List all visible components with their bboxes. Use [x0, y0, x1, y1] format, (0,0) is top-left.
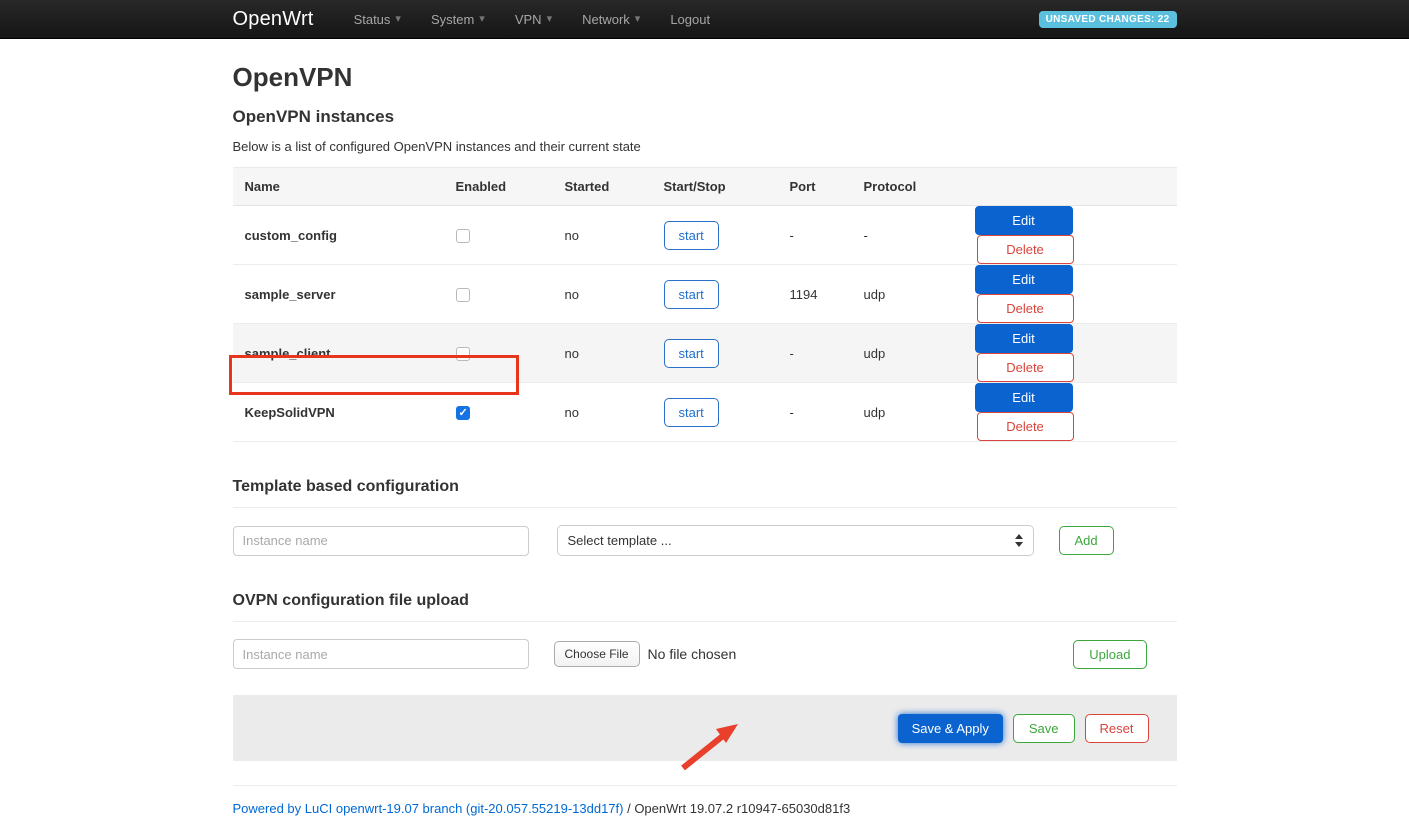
divider	[233, 785, 1177, 786]
port-value: -	[778, 206, 852, 265]
started-value: no	[553, 324, 652, 383]
page-actions-bar: Save & Apply Save Reset	[233, 695, 1177, 761]
nav-item-vpn[interactable]: VPN ▾	[515, 12, 552, 27]
upload-button[interactable]: Upload	[1073, 640, 1146, 669]
reset-button[interactable]: Reset	[1085, 714, 1149, 743]
nav-item-logout[interactable]: Logout	[670, 12, 710, 27]
nav-item-label: Network	[582, 12, 630, 27]
instance-name: KeepSolidVPN	[233, 383, 444, 442]
nav-item-system[interactable]: System ▾	[431, 12, 485, 27]
add-button[interactable]: Add	[1059, 526, 1114, 555]
table-header-row: Name Enabled Started Start/Stop Port Pro…	[233, 168, 1177, 206]
edit-button[interactable]: Edit	[975, 206, 1073, 235]
nav-item-label: Status	[354, 12, 391, 27]
nav-item-label: System	[431, 12, 474, 27]
start-button[interactable]: start	[664, 221, 719, 250]
edit-button[interactable]: Edit	[975, 324, 1073, 353]
start-button[interactable]: start	[664, 339, 719, 368]
enabled-checkbox[interactable]	[456, 347, 470, 361]
edit-button[interactable]: Edit	[975, 383, 1073, 412]
unsaved-changes-badge[interactable]: UNSAVED CHANGES: 22	[1039, 11, 1177, 28]
protocol-value: -	[852, 206, 963, 265]
table-row-highlighted: KeepSolidVPN no start - udp EditDelete	[233, 383, 1177, 442]
instances-table: Name Enabled Started Start/Stop Port Pro…	[233, 167, 1177, 442]
instance-name: custom_config	[233, 206, 444, 265]
page-title: OpenVPN	[233, 62, 1177, 93]
firmware-version-text: / OpenWrt 19.07.2 r10947-65030d81f3	[623, 801, 850, 816]
delete-button[interactable]: Delete	[977, 294, 1074, 323]
started-value: no	[553, 383, 652, 442]
port-value: 1194	[778, 265, 852, 324]
red-arrow-annotation	[641, 715, 771, 773]
delete-button[interactable]: Delete	[977, 412, 1074, 441]
chevron-down-icon: ▾	[635, 14, 641, 25]
template-select-value: Select template ...	[568, 533, 672, 548]
footer: Powered by LuCI openwrt-19.07 branch (gi…	[233, 801, 1177, 836]
col-header-protocol: Protocol	[852, 168, 963, 206]
save-button[interactable]: Save	[1013, 714, 1075, 743]
luci-branch-link[interactable]: Powered by LuCI openwrt-19.07 branch (gi…	[233, 801, 624, 816]
col-header-enabled: Enabled	[444, 168, 553, 206]
start-button[interactable]: start	[664, 280, 719, 309]
edit-button[interactable]: Edit	[975, 265, 1073, 294]
divider	[233, 507, 1177, 508]
enabled-checkbox[interactable]	[456, 288, 470, 302]
file-input: Choose File No file chosen	[554, 641, 737, 667]
template-config-form: Select template ... Add	[233, 525, 1177, 556]
save-apply-button[interactable]: Save & Apply	[898, 714, 1003, 743]
instance-name: sample_client	[233, 324, 444, 383]
col-header-started: Started	[553, 168, 652, 206]
started-value: no	[553, 265, 652, 324]
col-header-startstop: Start/Stop	[652, 168, 778, 206]
col-header-port: Port	[778, 168, 852, 206]
upload-section-heading: OVPN configuration file upload	[233, 592, 1177, 610]
enabled-checkbox[interactable]	[456, 229, 470, 243]
nav-item-network[interactable]: Network ▾	[582, 12, 640, 27]
select-spinner-icon	[1015, 534, 1023, 547]
instances-description: Below is a list of configured OpenVPN in…	[233, 139, 1177, 154]
started-value: no	[553, 206, 652, 265]
navbar: OpenWrt Status ▾ System ▾ VPN ▾ Network …	[0, 0, 1409, 39]
table-row: sample_client no start - udp EditDelete	[233, 324, 1177, 383]
no-file-chosen-text: No file chosen	[648, 646, 737, 662]
nav-item-label: VPN	[515, 12, 542, 27]
upload-form: Choose File No file chosen Upload	[233, 639, 1177, 669]
chevron-down-icon: ▾	[479, 14, 485, 25]
protocol-value: udp	[852, 265, 963, 324]
col-header-actions	[963, 168, 1177, 206]
col-header-name: Name	[233, 168, 444, 206]
chevron-down-icon: ▾	[547, 14, 553, 25]
divider	[233, 621, 1177, 622]
nav-item-status[interactable]: Status ▾	[354, 12, 401, 27]
start-button[interactable]: start	[664, 398, 719, 427]
protocol-value: udp	[852, 324, 963, 383]
instance-name: sample_server	[233, 265, 444, 324]
upload-instance-name-input[interactable]	[233, 639, 529, 669]
protocol-value: udp	[852, 383, 963, 442]
nav-item-label: Logout	[670, 12, 710, 27]
port-value: -	[778, 324, 852, 383]
port-value: -	[778, 383, 852, 442]
delete-button[interactable]: Delete	[977, 353, 1074, 382]
choose-file-button[interactable]: Choose File	[554, 641, 640, 667]
delete-button[interactable]: Delete	[977, 235, 1074, 264]
enabled-checkbox[interactable]	[456, 406, 470, 420]
instances-heading: OpenVPN instances	[233, 107, 1177, 127]
brand-logo[interactable]: OpenWrt	[233, 8, 314, 31]
chevron-down-icon: ▾	[395, 14, 401, 25]
template-instance-name-input[interactable]	[233, 526, 529, 556]
table-row: custom_config no start - - EditDelete	[233, 206, 1177, 265]
template-select[interactable]: Select template ...	[557, 525, 1034, 556]
table-row: sample_server no start 1194 udp EditDele…	[233, 265, 1177, 324]
template-section-heading: Template based configuration	[233, 478, 1177, 496]
